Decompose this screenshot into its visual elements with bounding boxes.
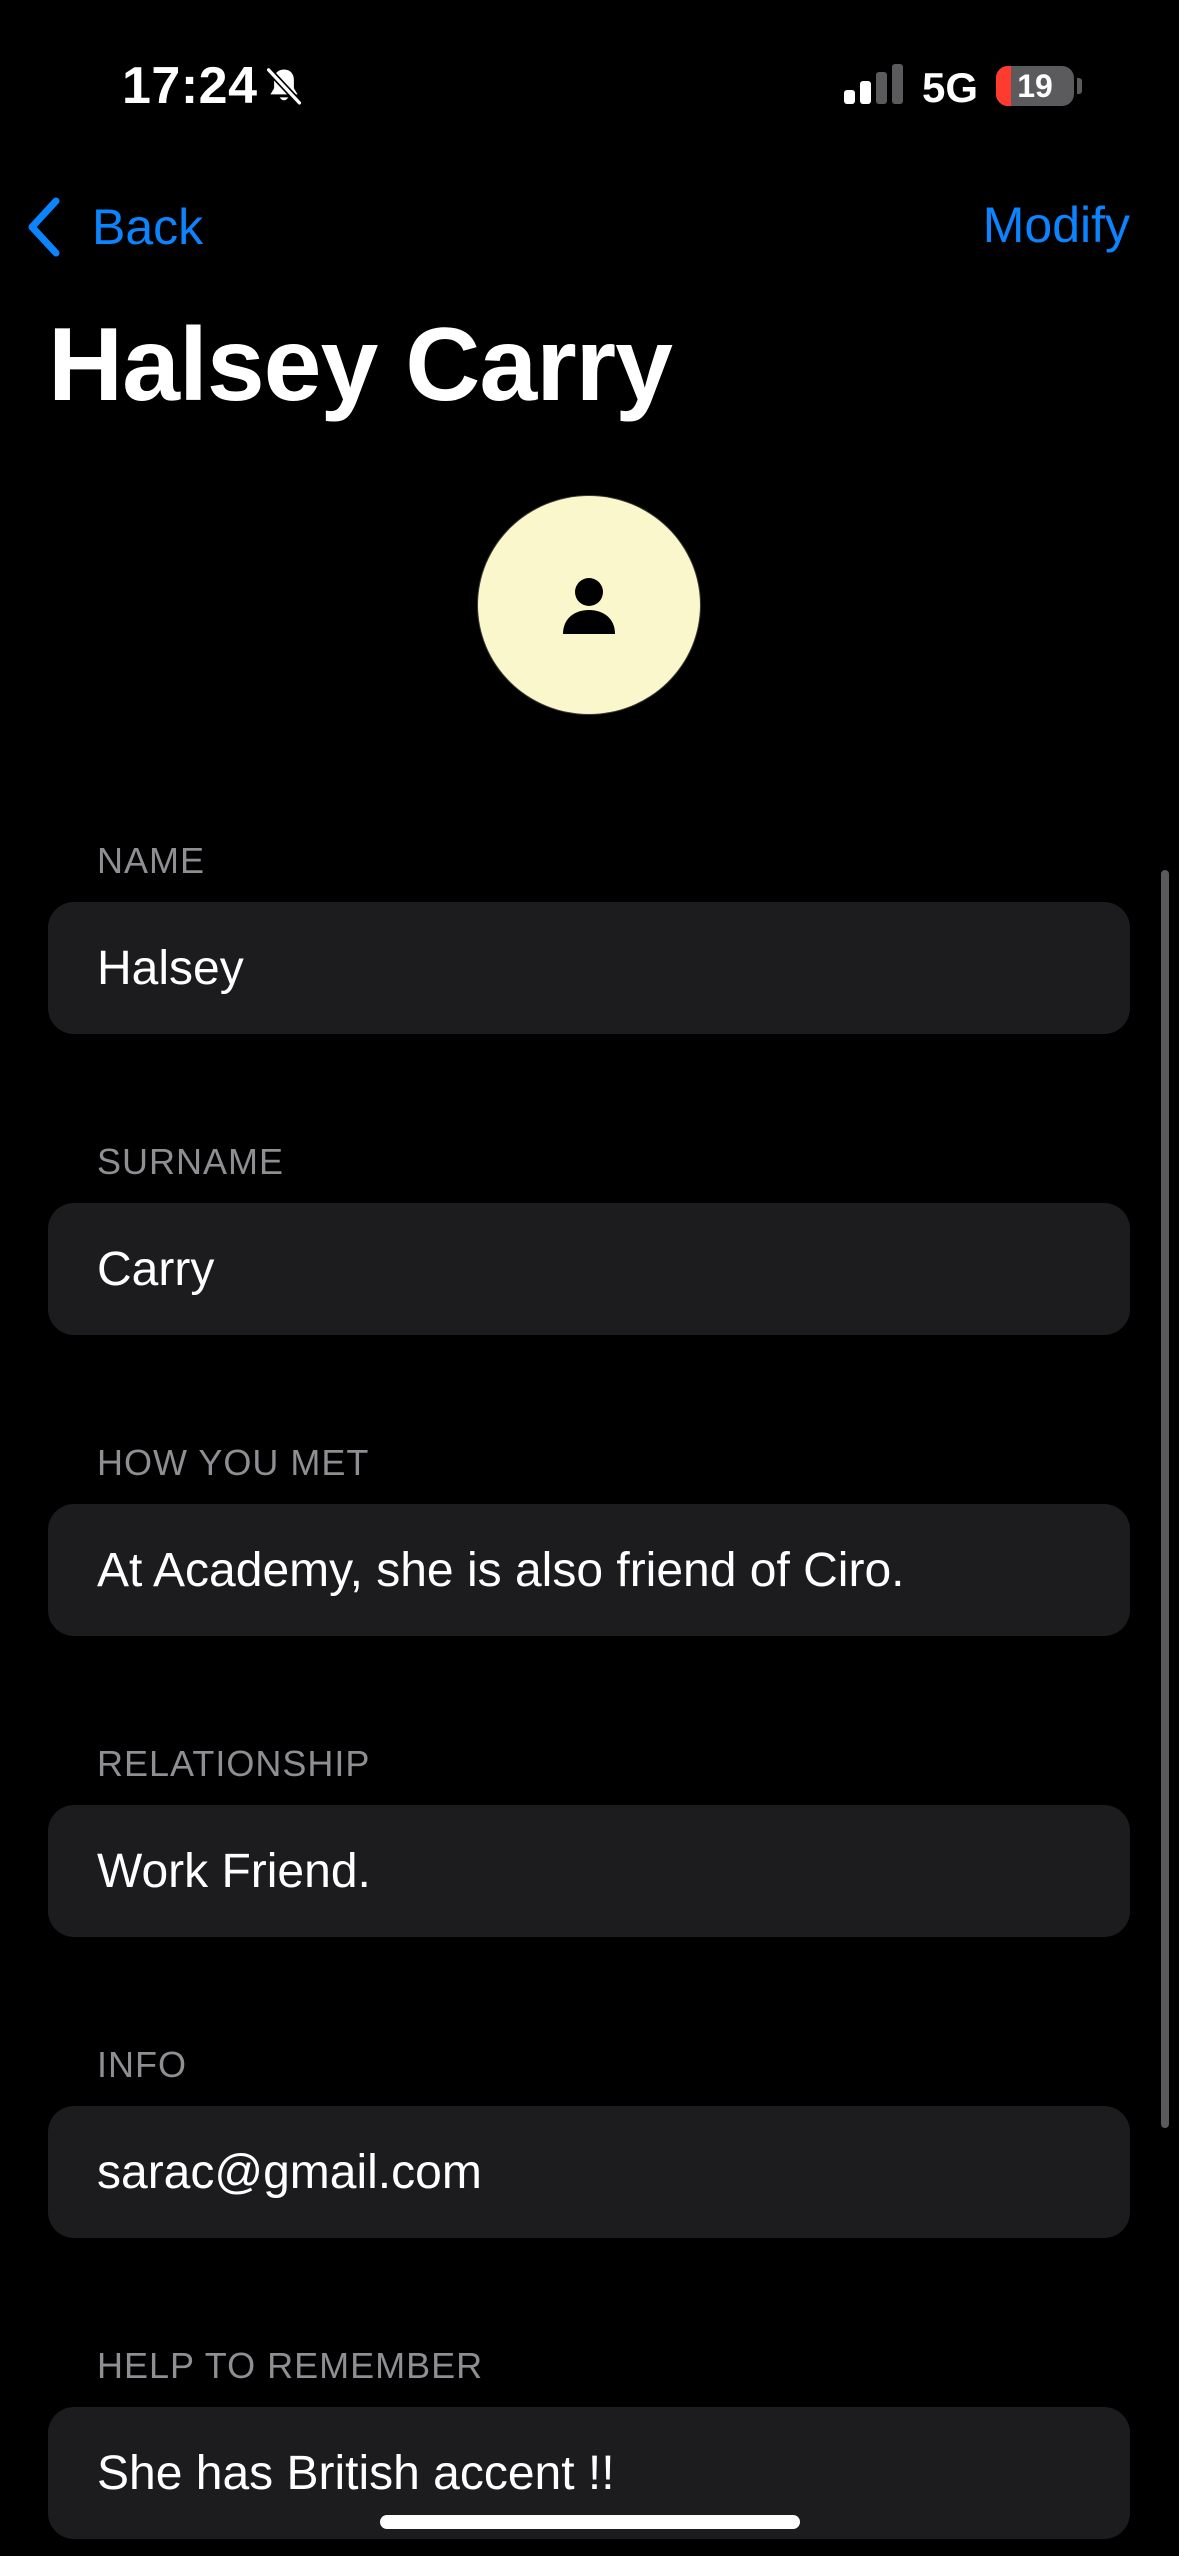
page-title: Halsey Carry [48,307,673,423]
battery-level-text: 19 [1017,68,1053,104]
back-button[interactable]: Back [24,192,203,262]
info-label: INFO [97,2044,187,2085]
info-field[interactable]: sarac@gmail.com [48,2106,1130,2238]
back-label: Back [92,199,204,255]
network-type-label: 5G [922,64,979,111]
surname-label: SURNAME [97,1141,285,1182]
surname-field[interactable]: Carry [48,1203,1130,1335]
modify-button[interactable]: Modify [983,196,1130,254]
how-you-met-label: HOW YOU MET [97,1442,370,1483]
relationship-field[interactable]: Work Friend. [48,1805,1130,1937]
name-label: NAME [97,840,206,881]
help-to-remember-label: HELP TO REMEMBER [97,2345,484,2386]
scrollbar[interactable] [1161,870,1169,2128]
person-icon [563,578,615,634]
bell-slash-icon [265,66,303,107]
battery-icon: 19 [996,66,1074,106]
battery-cap [1077,78,1082,94]
home-indicator[interactable] [380,2515,800,2529]
relationship-label: RELATIONSHIP [97,1743,371,1784]
avatar[interactable] [478,496,700,714]
how-you-met-field[interactable]: At Academy, she is also friend of Ciro. [48,1504,1130,1636]
chevron-left-icon [28,197,60,257]
name-field[interactable]: Halsey [48,902,1130,1034]
status-time: 17:24 [122,57,258,115]
cellular-signal-icon [844,64,903,104]
